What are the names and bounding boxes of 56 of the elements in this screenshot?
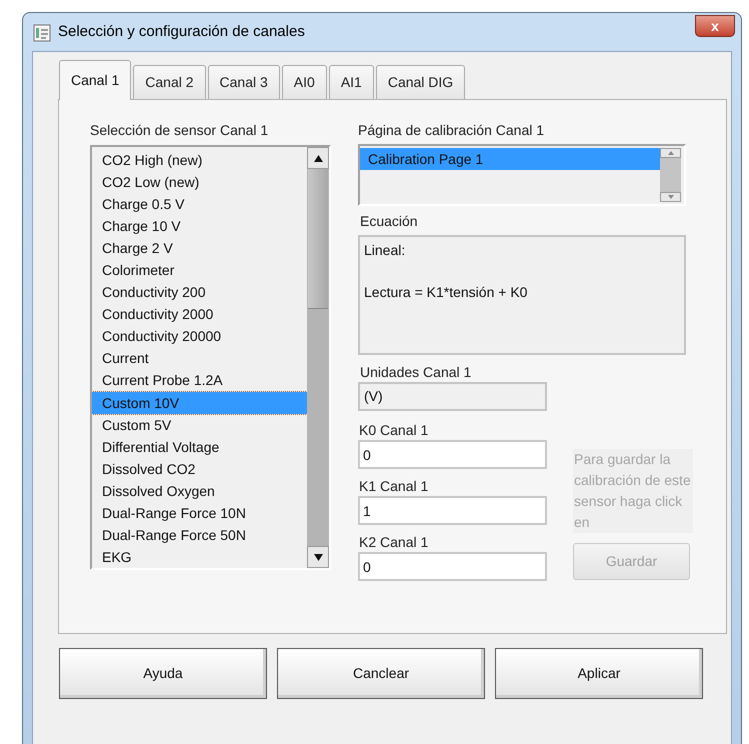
tab[interactable]: Canal DIG: [376, 65, 466, 99]
sensor-list-item[interactable]: Dissolved CO2: [92, 458, 307, 480]
down-arrow-icon: [314, 554, 322, 560]
equation-line: Lectura = K1*tensión + K0: [364, 283, 528, 302]
app-icon: [33, 24, 51, 42]
tab[interactable]: Canal 1: [59, 60, 132, 100]
sensor-list[interactable]: [90, 145, 331, 570]
tab[interactable]: Canal 2: [133, 65, 206, 99]
sensor-list-item[interactable]: Dual-Range Force 50N: [92, 524, 307, 546]
units-label: Unidades Canal 1: [360, 363, 472, 382]
equation-label: Ecuación: [360, 212, 419, 231]
sensor-list-item[interactable]: Differential Voltage: [92, 436, 307, 458]
sensor-list-item[interactable]: Conductivity 2000: [92, 303, 307, 326]
sensor-list-item[interactable]: Dissolved Oxygen: [92, 480, 307, 502]
sensor-list-item[interactable]: Custom 5V: [92, 414, 307, 436]
up-arrow-icon: [314, 154, 322, 162]
sensor-list-item[interactable]: CO2 High (new): [92, 149, 307, 172]
down-arrow-icon: [668, 195, 674, 199]
tab[interactable]: AI0: [282, 65, 327, 99]
field-label: K2 Canal 1: [359, 533, 430, 552]
sensor-list-item[interactable]: CO2 Low (new): [92, 171, 307, 194]
save-instructions: Para guardar la calibración de este sensor haga click en: [573, 449, 693, 533]
field-label: K1 Canal 1: [359, 477, 430, 496]
sensor-list-item[interactable]: Charge 10 V: [92, 215, 307, 238]
sensor-list-item[interactable]: Current Probe 1.2A: [92, 369, 307, 392]
calibration-list[interactable]: Calibration Page 1: [358, 144, 686, 206]
sensor-list-item[interactable]: Charge 0.5 V: [92, 193, 307, 216]
scroll-thumb[interactable]: [308, 169, 328, 309]
calibration-list-item[interactable]: Calibration Page 1: [360, 148, 660, 170]
dialog-button[interactable]: Aplicar: [495, 648, 703, 699]
tab[interactable]: Canal 3: [208, 65, 280, 99]
sensor-list-label: Selección de sensor Canal 1: [90, 121, 270, 140]
scroll-down-button[interactable]: [307, 546, 329, 568]
window-title: Selección y configuración de canales: [58, 22, 305, 42]
scrollbar[interactable]: [307, 147, 329, 568]
sensor-list-item[interactable]: Dual-Range Force 10N: [92, 502, 307, 524]
scroll-up-button[interactable]: [307, 147, 329, 169]
sensor-list-item[interactable]: Conductivity 20000: [92, 325, 307, 348]
equation-line: Lineal:: [364, 241, 406, 260]
tab[interactable]: AI1: [328, 65, 374, 99]
sensor-list-item[interactable]: Custom 10V: [92, 392, 307, 414]
sensor-list-item[interactable]: Current: [92, 347, 307, 370]
sensor-list-item[interactable]: Conductivity 200: [92, 281, 307, 304]
sensor-list-item[interactable]: Colorimeter: [92, 259, 307, 282]
sensor-list-item[interactable]: EKG: [92, 546, 307, 568]
dialog-button[interactable]: Ayuda: [59, 648, 267, 699]
input-field[interactable]: 1: [358, 496, 547, 525]
field-label: K0 Canal 1: [359, 421, 430, 440]
calibration-list-label: Página de calibración Canal 1: [358, 121, 546, 140]
close-button[interactable]: x: [695, 14, 735, 36]
up-arrow-icon: [668, 151, 674, 155]
dialog-button[interactable]: Canclear: [277, 648, 485, 699]
input-field[interactable]: 0: [358, 440, 547, 469]
sensor-list-item[interactable]: Charge 2 V: [92, 237, 307, 260]
units-field: (V): [358, 382, 547, 411]
input-field[interactable]: 0: [358, 552, 547, 581]
